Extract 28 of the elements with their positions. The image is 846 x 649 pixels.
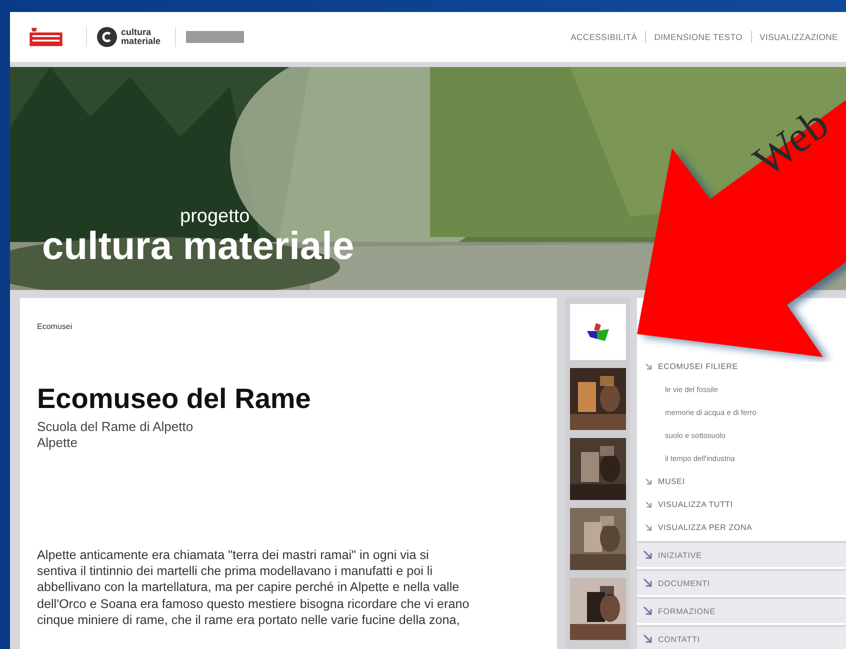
bullet-icon bbox=[645, 524, 652, 531]
nav-link[interactable]: ACCESSIBILITÀ bbox=[570, 32, 638, 42]
nav-link[interactable]: DIMENSIONE TESTO bbox=[654, 32, 743, 42]
arrow-icon bbox=[643, 578, 653, 588]
breadcrumb[interactable]: Ecomusei bbox=[37, 322, 540, 331]
subtitle: Scuola del Rame di Alpetto Alpette bbox=[37, 419, 194, 451]
nav-link[interactable]: VISUALIZZAZIONE bbox=[760, 32, 838, 42]
menu-section[interactable]: FORMAZIONE bbox=[637, 597, 846, 623]
menu-item[interactable]: MUSEI bbox=[658, 477, 685, 486]
arrow-icon bbox=[643, 550, 653, 560]
bullet-icon bbox=[645, 478, 652, 485]
menu-item[interactable]: VISUALIZZA PER ZONA bbox=[658, 523, 752, 532]
c-logo-icon bbox=[97, 27, 117, 47]
menu-item[interactable]: ECOMUSEI FILIERE bbox=[658, 362, 738, 371]
bullet-icon bbox=[645, 363, 652, 370]
callout-text: Web bbox=[744, 100, 838, 186]
hero-title: cultura materiale bbox=[42, 227, 354, 267]
body-paragraph: Alpette anticamente era chiamata "terra dei mastri ramai" in ogni via si sentiva il tintinnio dei martelli che prima modellavano i manufatti e poi li abbellivano con la martellatura, ma per capire perché in Alpette e nella valle dell'Orco e Soana era famoso questo mestiere bisogna ricordare che vi erano cinque miniere di rame, che il rame era portato nelle varie fucine della zona, bbox=[37, 547, 470, 628]
arrow-icon bbox=[643, 606, 653, 616]
logo-text[interactable]: cultura materiale bbox=[121, 28, 165, 46]
menu-item[interactable]: VISUALIZZA TUTTI bbox=[658, 500, 733, 509]
hero-kicker: progetto bbox=[180, 207, 251, 227]
page-title: Ecomuseo del Rame bbox=[37, 383, 312, 415]
bullet-icon bbox=[645, 501, 652, 508]
menu-section[interactable]: CONTATTI bbox=[637, 625, 846, 649]
menu-section[interactable]: INIZIATIVE bbox=[637, 541, 846, 567]
arrow-icon bbox=[643, 634, 653, 644]
menu-section[interactable]: DOCUMENTI bbox=[637, 569, 846, 595]
